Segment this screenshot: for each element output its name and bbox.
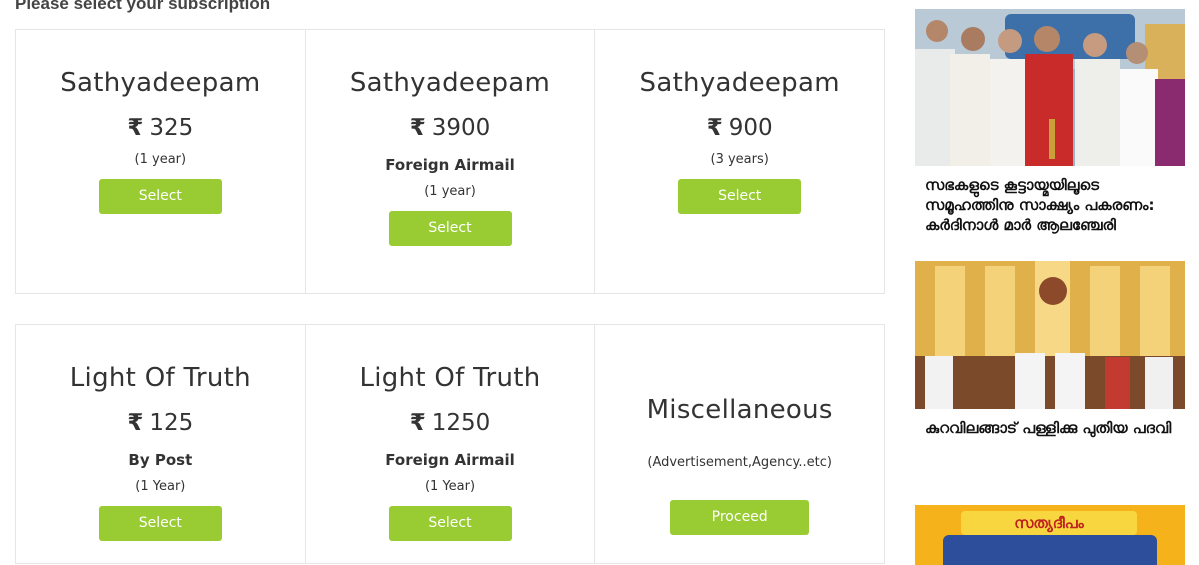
news-title[interactable]: സഭകളുടെ കൂട്ടായ്മയിലൂടെ സമൂഹത്തിനു സാക്ഷ…	[925, 175, 1175, 235]
price: ₹1250	[306, 409, 595, 437]
subscription-row: Sathyadeepam ₹325 (1 year) Select Sathya…	[15, 29, 885, 294]
news-item[interactable]: കുറവിലങ്ങാട് പള്ളിക്കു പുതിയ പദവി	[915, 261, 1185, 438]
select-button[interactable]: Select	[98, 179, 222, 214]
news-title[interactable]: കുറവിലങ്ങാട് പള്ളിക്കു പുതിയ പദവി	[925, 418, 1175, 438]
rupee-icon: ₹	[409, 410, 426, 436]
subscription-card-lot-airmail: Light Of Truth ₹1250 Foreign Airmail (1 …	[306, 325, 596, 563]
subscription-card-sathyadeepam-3years: Sathyadeepam ₹900 (3 years) Select	[595, 30, 884, 293]
sathyadeepam-ad-banner[interactable]: സത്യദീപം	[915, 505, 1185, 565]
rupee-icon: ₹	[127, 410, 144, 436]
card-title: Sathyadeepam	[639, 68, 840, 98]
select-button[interactable]: Select	[388, 211, 512, 246]
delivery-mode: By Post	[128, 451, 193, 469]
rupee-icon: ₹	[127, 115, 144, 141]
card-title: Sathyadeepam	[349, 68, 551, 98]
ad-panel	[943, 535, 1157, 565]
subscription-card-sathyadeepam-1year: Sathyadeepam ₹325 (1 year) Select	[16, 30, 306, 293]
delivery-mode: Foreign Airmail	[385, 156, 515, 174]
duration: (1 Year)	[424, 479, 476, 494]
select-button[interactable]: Select	[678, 179, 802, 214]
duration: (1 Year)	[135, 479, 186, 494]
price: ₹900	[595, 114, 884, 142]
duration: (1 year)	[134, 152, 187, 167]
subscription-row: Light Of Truth ₹125 By Post (1 Year) Sel…	[15, 324, 885, 564]
price-value: 1250	[431, 410, 491, 436]
news-item[interactable]: സഭകളുടെ കൂട്ടായ്മയിലൂടെ സമൂഹത്തിനു സാക്ഷ…	[915, 9, 1185, 235]
proceed-button[interactable]: Proceed	[670, 500, 810, 535]
price-value: 900	[728, 115, 773, 141]
card-title: Light Of Truth	[359, 363, 541, 393]
price-value: 3900	[431, 115, 491, 141]
price-value: 325	[149, 115, 194, 141]
news-photo-church-altar[interactable]	[915, 261, 1185, 409]
rupee-icon: ₹	[409, 115, 426, 141]
card-title: Miscellaneous	[646, 395, 833, 425]
subscription-card-miscellaneous: Miscellaneous (Advertisement,Agency..etc…	[595, 325, 884, 563]
duration: (1 year)	[424, 184, 476, 199]
subscription-card-lot-post: Light Of Truth ₹125 By Post (1 Year) Sel…	[16, 325, 306, 563]
delivery-mode: Foreign Airmail	[385, 451, 515, 469]
duration: (3 years)	[710, 152, 769, 167]
card-title: Light Of Truth	[69, 363, 251, 393]
news-sidebar: സഭകളുടെ കൂട്ടായ്മയിലൂടെ സമൂഹത്തിനു സാക്ഷ…	[915, 9, 1185, 438]
price: ₹125	[16, 409, 305, 437]
page-title: Please select your subscription	[15, 0, 271, 13]
ad-logo-text: സത്യദീപം	[961, 511, 1137, 535]
subscription-card-sathyadeepam-airmail: Sathyadeepam ₹3900 Foreign Airmail (1 ye…	[306, 30, 596, 293]
select-button[interactable]: Select	[388, 506, 512, 541]
news-photo-clergy-lamp[interactable]	[915, 9, 1185, 166]
price: ₹3900	[306, 114, 595, 142]
rupee-icon: ₹	[706, 115, 723, 141]
card-title: Sathyadeepam	[60, 68, 261, 98]
misc-note: (Advertisement,Agency..etc)	[647, 455, 832, 470]
price: ₹325	[16, 114, 305, 142]
price-value: 125	[149, 410, 194, 436]
select-button[interactable]: Select	[98, 506, 222, 541]
